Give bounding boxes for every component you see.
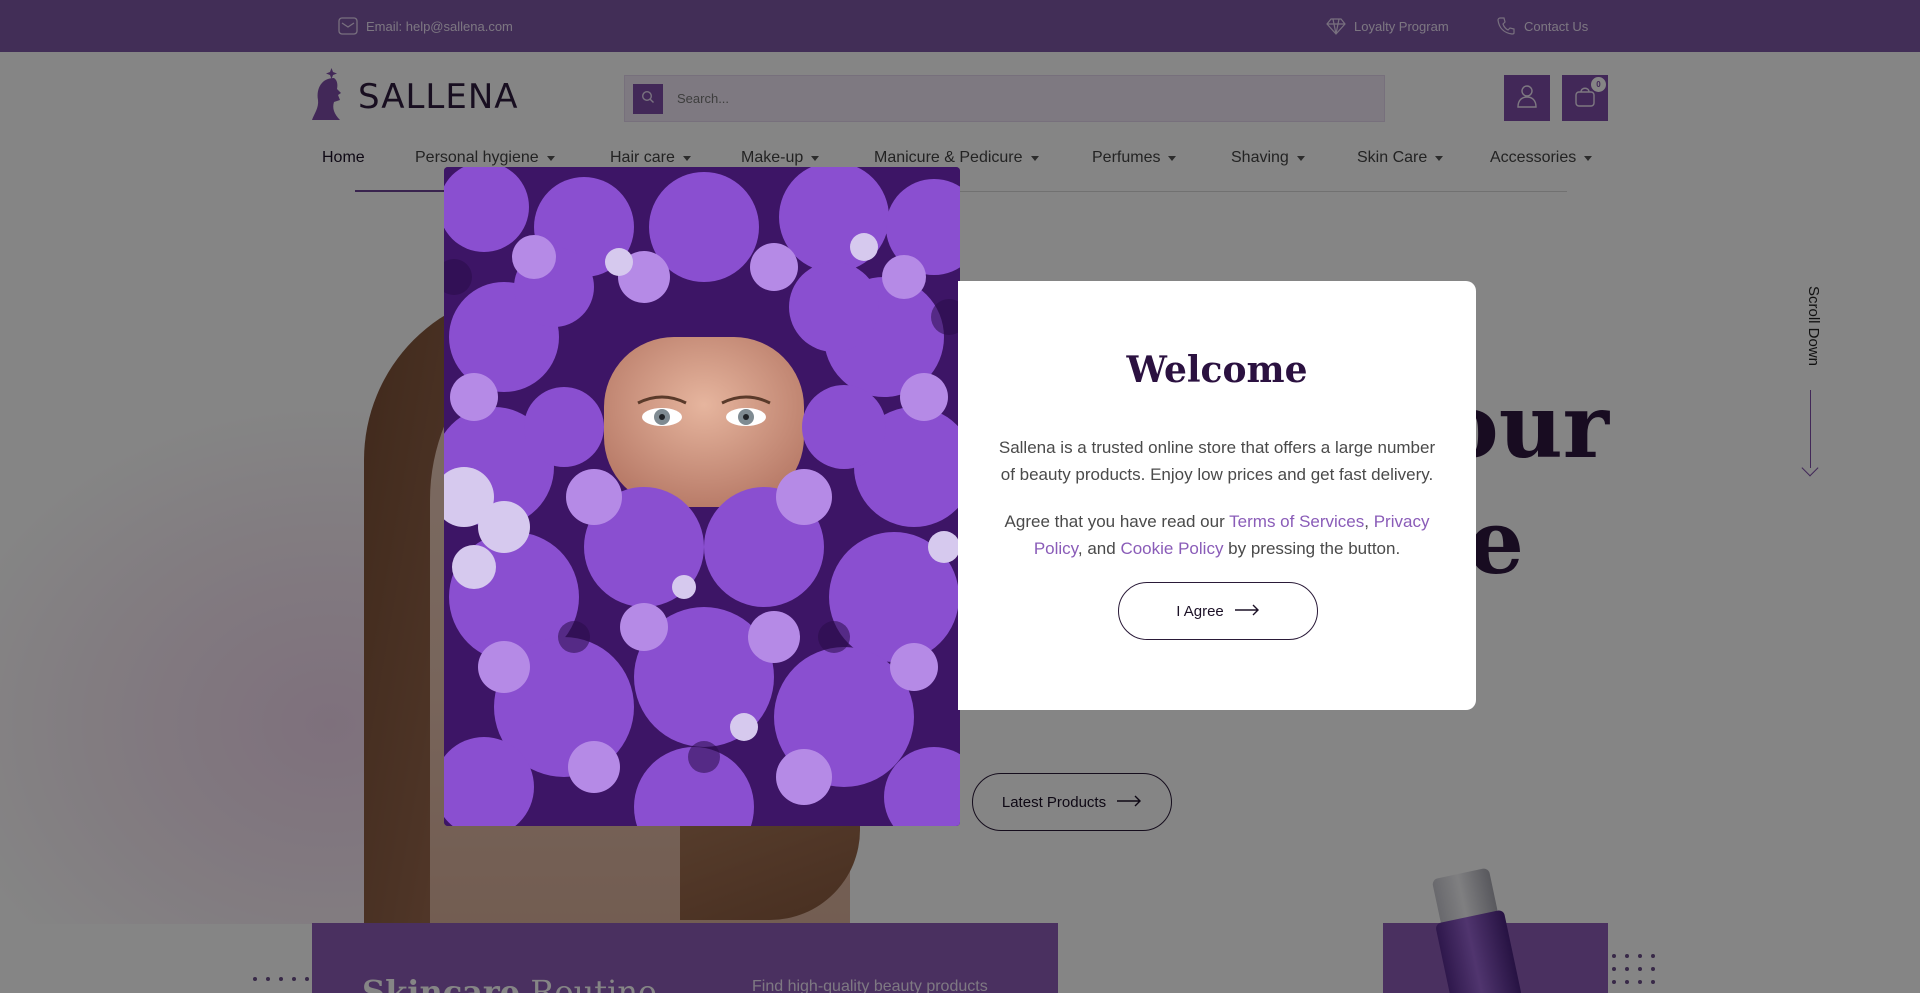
welcome-modal-title: Welcome	[1126, 349, 1308, 391]
agreement-and: , and	[1077, 539, 1121, 558]
i-agree-label: I Agree	[1176, 602, 1224, 620]
welcome-modal-description: Sallena is a trusted online store that o…	[998, 438, 1436, 484]
arrow-right-icon	[1234, 603, 1260, 620]
agreement-suffix: by pressing the button.	[1223, 539, 1401, 558]
welcome-modal: Welcome Sallena is a trusted online stor…	[958, 281, 1476, 710]
welcome-modal-photo	[444, 167, 960, 826]
agreement-prefix: Agree that you have read our	[1004, 512, 1230, 531]
i-agree-button[interactable]: I Agree	[1118, 582, 1318, 640]
flowers-face-image	[444, 167, 960, 826]
terms-of-services-link[interactable]: Terms of Services	[1229, 512, 1364, 531]
cookie-policy-link[interactable]: Cookie Policy	[1120, 539, 1223, 558]
agreement-comma: ,	[1364, 512, 1374, 531]
welcome-modal-agreement: Agree that you have read our Terms of Se…	[998, 508, 1436, 562]
